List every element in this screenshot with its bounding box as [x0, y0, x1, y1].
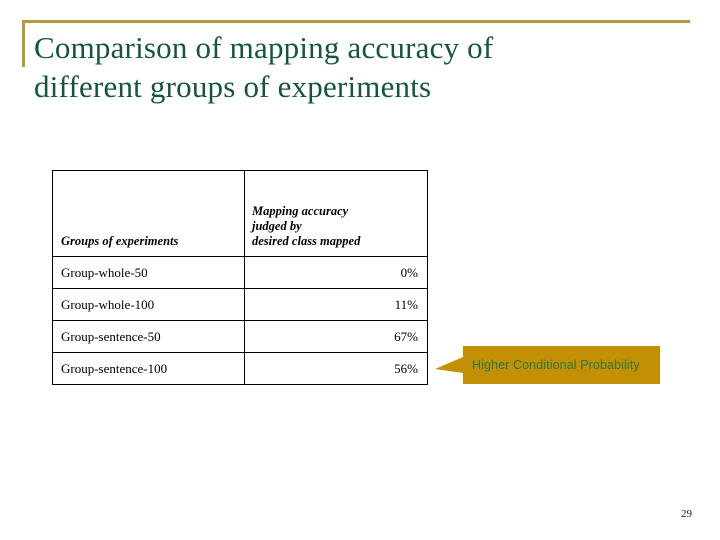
- table-header-row: Groups of experiments Mapping accuracy j…: [52, 170, 428, 257]
- row-group-label: Group-whole-50: [52, 256, 245, 289]
- accuracy-table-container: Groups of experiments Mapping accuracy j…: [52, 170, 428, 385]
- table-header-accuracy: Mapping accuracy judged by desired class…: [244, 170, 428, 257]
- row-accuracy-value: 67%: [244, 320, 428, 353]
- header-rule-horizontal: [22, 20, 690, 23]
- row-accuracy-value: 11%: [244, 288, 428, 321]
- row-accuracy-value: 0%: [244, 256, 428, 289]
- page-title-line-1: Comparison of mapping accuracy of: [34, 30, 494, 65]
- table-header-accuracy-line-3: desired class mapped: [252, 234, 361, 248]
- page-title-line-2: different groups of experiments: [34, 69, 432, 104]
- table-header-accuracy-line-1: Mapping accuracy: [252, 204, 349, 218]
- table-header-accuracy-line-2: judged by: [252, 219, 302, 233]
- table-row: Group-whole-50 0%: [52, 256, 428, 289]
- slide: Comparison of mapping accuracy of differ…: [0, 0, 720, 540]
- row-group-label: Group-sentence-100: [52, 352, 245, 385]
- table-row: Group-sentence-50 67%: [52, 320, 428, 353]
- callout-shape-icon: [435, 346, 660, 384]
- callout-annotation: Higher Conditional Probability: [435, 344, 660, 386]
- page-title: Comparison of mapping accuracy of differ…: [34, 28, 664, 106]
- page-number: 29: [681, 508, 692, 520]
- header-rule-vertical: [22, 20, 25, 67]
- row-accuracy-value: 56%: [244, 352, 428, 385]
- accuracy-table: Groups of experiments Mapping accuracy j…: [52, 170, 428, 385]
- table-row: Group-sentence-100 56%: [52, 352, 428, 385]
- row-group-label: Group-whole-100: [52, 288, 245, 321]
- table-header-groups: Groups of experiments: [52, 170, 245, 257]
- table-row: Group-whole-100 11%: [52, 288, 428, 321]
- row-group-label: Group-sentence-50: [52, 320, 245, 353]
